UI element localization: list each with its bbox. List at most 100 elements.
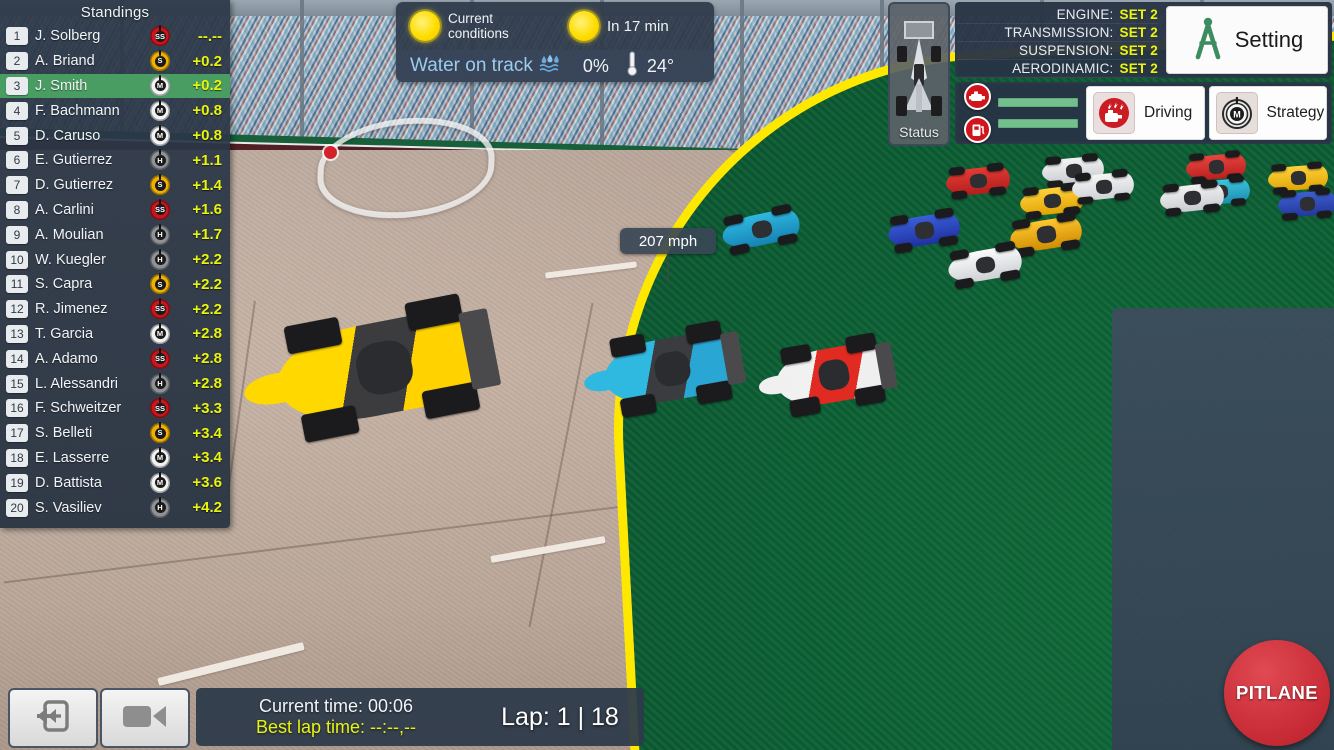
tyre-compound-m-icon: M: [150, 446, 170, 468]
standings-driver-name: D. Gutierrez: [35, 177, 114, 194]
tyre-compound-m-icon: M: [150, 74, 170, 96]
standings-row[interactable]: 10 W. Kuegler H +2.2: [0, 247, 230, 272]
status-label: Status: [899, 124, 939, 140]
standings-driver-name: A. Moulian: [35, 226, 104, 243]
f1-car-front-icon: [895, 18, 943, 122]
tyre-compound-m-icon: M: [150, 471, 170, 493]
standings-driver-name: A. Briand: [35, 53, 95, 70]
tyre-compound-h-icon: H: [150, 149, 170, 171]
standings-gap: +1.4: [192, 176, 222, 194]
setup-line: ENGINE: SET 2: [957, 6, 1158, 24]
standings-driver-name: E. Gutierrez: [35, 152, 113, 169]
standings-gap: +2.8: [192, 325, 222, 343]
fuel-level-bar: [998, 119, 1078, 128]
tyre-compound-label: H: [154, 154, 166, 166]
car-gauges: [960, 83, 1082, 143]
standings-row[interactable]: 11 S. Capra S +2.2: [0, 272, 230, 297]
standings-driver-name: F. Bachmann: [35, 102, 120, 119]
standings-row[interactable]: 5 D. Caruso M +0.8: [0, 123, 230, 148]
standings-gap: +3.6: [192, 474, 222, 492]
track-minimap[interactable]: [315, 111, 497, 225]
standings-row[interactable]: 20 S. Vasiliev H +4.2: [0, 495, 230, 520]
standings-row[interactable]: 7 D. Gutierrez S +1.4: [0, 173, 230, 198]
standings-row[interactable]: 9 A. Moulian H +1.7: [0, 222, 230, 247]
standings-gap: +3.3: [192, 399, 222, 417]
standings-row[interactable]: 17 S. Belleti S +3.4: [0, 421, 230, 446]
setting-button-label: Setting: [1234, 27, 1304, 52]
standings-driver-name: S. Vasiliev: [35, 499, 102, 516]
status-card[interactable]: Status: [888, 2, 950, 146]
standings-position: 19: [6, 473, 28, 492]
standings-row[interactable]: 15 L. Alessandri H +2.8: [0, 371, 230, 396]
standings-gap: +3.4: [192, 424, 222, 442]
ai-car: [757, 332, 898, 418]
standings-row[interactable]: 8 A. Carlini SS +1.6: [0, 198, 230, 223]
standings-row[interactable]: 6 E. Gutierrez H +1.1: [0, 148, 230, 173]
setup-line-label: AERODINAMIC:: [1012, 61, 1114, 76]
standings-position: 20: [6, 498, 28, 517]
water-drops-icon: [539, 54, 563, 79]
standings-position: 8: [6, 200, 28, 219]
time-block: Current time: 00:06 Best lap time: --:--…: [196, 696, 476, 738]
standings-row[interactable]: 4 F. Bachmann M +0.8: [0, 98, 230, 123]
exit-button[interactable]: [8, 688, 98, 748]
tyre-compound-label: S: [154, 427, 166, 439]
standings-gap: +3.4: [192, 449, 222, 467]
tyre-compound-label: S: [154, 278, 166, 290]
tyre-compound-label: S: [154, 179, 166, 191]
standings-driver-name: E. Lasserre: [35, 449, 110, 466]
standings-row[interactable]: 13 T. Garcia M +2.8: [0, 322, 230, 347]
tyre-compound-s-icon: S: [150, 174, 170, 196]
standings-driver-name: J. Smith: [35, 77, 88, 94]
standings-gap: --.--: [197, 27, 222, 45]
best-lap-label: Best lap time:: [255, 717, 366, 737]
standings-position: 16: [6, 399, 28, 418]
tyre-compound-ss-icon: SS: [150, 347, 170, 369]
tyre-compound-s-icon: S: [150, 422, 170, 444]
standings-gap: +2.2: [192, 275, 222, 293]
best-lap-value: --:--,--: [370, 717, 417, 737]
setting-button[interactable]: Setting: [1166, 6, 1328, 74]
standings-row[interactable]: 18 E. Lasserre M +3.4: [0, 446, 230, 471]
game-screen: 207 mph Standings 1 J. Solberg SS --.-- 2 A. …: [0, 0, 1334, 750]
standings-row[interactable]: 2 A. Briand S +0.2: [0, 49, 230, 74]
current-conditions-line2: conditions: [448, 26, 509, 41]
sun-icon: [569, 11, 599, 41]
current-time-row: Current time: 00:06: [196, 696, 476, 717]
standings-driver-name: S. Belleti: [35, 425, 93, 442]
current-conditions-block: Current conditions: [396, 11, 555, 41]
standings-driver-name: F. Schweitzer: [35, 400, 122, 417]
tyre-compound-ss-icon: SS: [150, 397, 170, 419]
tyre-compound-h-icon: H: [150, 372, 170, 394]
standings-row[interactable]: 12 R. Jimenez SS +2.2: [0, 297, 230, 322]
standings-row[interactable]: 1 J. Solberg SS --.--: [0, 24, 230, 49]
standings-driver-name: T. Garcia: [35, 325, 94, 342]
tyre-compound-s-icon: S: [150, 50, 170, 72]
standings-row[interactable]: 16 F. Schweitzer SS +3.3: [0, 396, 230, 421]
current-time-value: 00:06: [368, 696, 414, 716]
standings-panel[interactable]: Standings 1 J. Solberg SS --.-- 2 A. Briand S +…: [0, 0, 230, 528]
camera-button[interactable]: [100, 688, 190, 748]
strategy-button[interactable]: M Strategy: [1208, 86, 1327, 140]
standings-position: 18: [6, 448, 28, 467]
standings-position: 7: [6, 176, 28, 195]
standings-driver-name: D. Battista: [35, 474, 102, 491]
standings-driver-name: W. Kuegler: [35, 251, 106, 268]
tyre-compound-label: H: [154, 378, 166, 390]
driving-button-label: Driving: [1144, 104, 1193, 121]
standings-row[interactable]: 3 J. Smith M +0.2: [0, 73, 230, 99]
standings-row[interactable]: 14 A. Adamo SS +2.8: [0, 346, 230, 371]
weather-panel: Current conditions In 17 min Water on tr…: [396, 2, 714, 82]
setup-line-label: TRANSMISSION:: [1004, 25, 1114, 40]
standings-row[interactable]: 19 D. Battista M +3.6: [0, 470, 230, 495]
pitlane-button[interactable]: PITLANE: [1224, 640, 1330, 746]
setup-line-label: SUSPENSION:: [1019, 43, 1114, 58]
tyre-compound-label: M: [154, 130, 166, 142]
action-bar: Driving M Strategy: [955, 82, 1332, 144]
tyre-compound-m-icon: M: [150, 124, 170, 146]
setup-line-value: SET 2: [1119, 43, 1158, 58]
car-setup-panel: ENGINE: SET 2 TRANSMISSION: SET 2 SUSPENSION…: [955, 2, 1332, 78]
driving-button[interactable]: Driving: [1086, 86, 1205, 140]
tyre-compound-label: SS: [154, 30, 166, 42]
ai-car: [1070, 168, 1136, 205]
